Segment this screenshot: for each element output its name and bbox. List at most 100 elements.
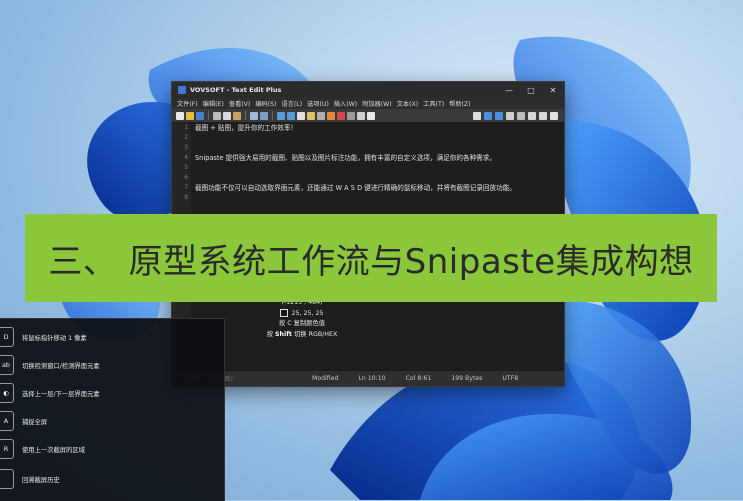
- key-d: D: [0, 327, 14, 347]
- copy-icon[interactable]: [223, 111, 231, 120]
- menu-bar: 文件(F) 编辑(E) 查看(V) 编码(S) 语言(L) 选项(U) 插入(W…: [172, 98, 564, 109]
- toolbar-divider: [208, 111, 209, 120]
- arrow-left-icon[interactable]: [484, 111, 492, 120]
- menu-tools[interactable]: 工具(T): [423, 99, 444, 108]
- key-tab: ab: [0, 355, 14, 375]
- text-line: Snipaste 提供强大易用的截图、贴图以及图片标注功能，拥有丰富的自定义选项…: [195, 154, 496, 162]
- text-line: 截图 + 贴图，提升你的工作效率！: [195, 124, 298, 132]
- menu-plugins[interactable]: 附加器(W): [362, 99, 392, 108]
- hint-suffix: 切换 RGB/HEX: [293, 330, 338, 338]
- status-encoding: UTF8: [502, 375, 519, 382]
- editor-lines: 截图 + 贴图，提升你的工作效率！ Snipaste 提供强大易用的截图、贴图以…: [195, 123, 560, 193]
- shortcut-row: ◐ 选择上一层/下一层界面元素: [0, 383, 224, 403]
- toolbar-divider: [245, 111, 246, 120]
- document-icon[interactable]: [367, 111, 375, 120]
- status-modified: Modified: [312, 375, 339, 382]
- line-number: 4: [184, 154, 188, 161]
- headline-banner: 三、 原型系统工作流与Snipaste集成构想: [25, 214, 717, 302]
- switch-format-hint: 按 Shift 切换 RGB/HEX: [232, 330, 372, 341]
- app-icon: [178, 86, 186, 94]
- toolbar-divider: [272, 111, 273, 120]
- status-column: Col 8:61: [405, 375, 432, 382]
- maximize-icon[interactable]: □: [520, 86, 542, 95]
- bold-icon[interactable]: [297, 111, 305, 120]
- shortcut-label: 切换检测窗口/检测界面元素: [22, 362, 100, 370]
- color-swatch-icon: [280, 308, 289, 317]
- line-number: 8: [184, 194, 188, 201]
- line-number: 3: [184, 144, 188, 151]
- replace-icon[interactable]: [260, 111, 268, 120]
- text-line: [195, 163, 560, 173]
- browser-icon[interactable]: [327, 111, 335, 120]
- menu-file[interactable]: 文件(F): [177, 99, 198, 108]
- menu-edit[interactable]: 编辑(E): [203, 99, 224, 108]
- hint-prefix: 按: [266, 330, 273, 338]
- line-number: 6: [184, 174, 188, 181]
- menu-language[interactable]: 语言(L): [281, 99, 302, 108]
- shortcut-label: 使用上一次截屏的区域: [22, 446, 85, 454]
- menu-insert[interactable]: 插入(W): [334, 99, 357, 108]
- menu-encoding[interactable]: 编码(S): [255, 99, 276, 108]
- save-icon[interactable]: [196, 111, 204, 120]
- line-number: 7: [184, 184, 188, 191]
- run-icon[interactable]: [506, 111, 514, 120]
- undo-icon[interactable]: [277, 111, 285, 120]
- new-file-icon[interactable]: [176, 111, 184, 120]
- shortcut-row: A 捕捉全屏: [0, 411, 224, 431]
- key-blank: [0, 469, 14, 489]
- line-number: 1: [184, 124, 188, 131]
- redo-icon[interactable]: [287, 111, 295, 120]
- find-icon[interactable]: [250, 111, 258, 120]
- tool-icon[interactable]: [528, 111, 536, 120]
- arrow-right-icon[interactable]: [495, 111, 503, 120]
- shortcut-label: 将鼠标指针移动 1 像素: [22, 334, 87, 342]
- info-icon[interactable]: [550, 111, 558, 120]
- shortcut-label: 回溯截屏历史: [22, 476, 60, 484]
- print-icon[interactable]: [317, 111, 325, 120]
- close-icon[interactable]: ✕: [542, 86, 564, 95]
- shortcut-help-panel: D 将鼠标指针移动 1 像素 ab 切换检测窗口/检测界面元素 ◐ 选择上一层/…: [0, 318, 225, 501]
- status-size: 199 Bytes: [451, 375, 483, 382]
- status-bar: (文本) ...(无)面图) Modified Ln 10:10 Col 8:6…: [172, 371, 564, 386]
- line-number: 2: [184, 134, 188, 141]
- gear-icon[interactable]: [517, 111, 525, 120]
- key-r: R: [0, 439, 14, 459]
- magnifier-info: (-1215 , 484) 25, 25, 25 按 C 复制颜色值 按 Shi…: [232, 298, 372, 340]
- paste-icon[interactable]: [233, 111, 241, 120]
- menu-view[interactable]: 查看(V): [229, 99, 250, 108]
- text-line: [195, 143, 560, 153]
- list-icon[interactable]: [539, 111, 547, 120]
- color-icon[interactable]: [337, 111, 345, 120]
- color-rgb-value: 25, 25, 25: [291, 309, 324, 317]
- search-icon[interactable]: [357, 111, 365, 120]
- shortcut-label: 捕捉全屏: [22, 418, 48, 426]
- toolbar: [172, 109, 564, 122]
- shortcut-row: R 使用上一次截屏的区域: [0, 439, 224, 459]
- menu-options[interactable]: 选项(U): [307, 99, 329, 108]
- window-icon[interactable]: [473, 111, 481, 120]
- status-line: Ln 10:10: [358, 375, 386, 382]
- cut-icon[interactable]: [213, 111, 221, 120]
- hint-key-shift: Shift: [275, 330, 292, 338]
- key-a: A: [0, 411, 14, 431]
- text-line: [195, 133, 560, 143]
- format-icon[interactable]: [307, 111, 315, 120]
- shortcut-label: 选择上一层/下一层界面元素: [22, 390, 100, 398]
- copy-color-hint: 按 C 复制颜色值: [278, 320, 326, 327]
- window-title: VOVSOFT - Text Edit Plus: [190, 86, 282, 94]
- line-number: 5: [184, 164, 188, 171]
- text-line: [195, 173, 560, 183]
- mouse-wheel-icon: ◐: [0, 383, 14, 403]
- color-value-row: 25, 25, 25: [232, 308, 372, 320]
- minimize-icon[interactable]: —: [498, 86, 520, 95]
- menu-help[interactable]: 帮助(Z): [449, 99, 470, 108]
- shortcut-row: ab 切换检测窗口/检测界面元素: [0, 355, 224, 375]
- shortcut-row: D 将鼠标指针移动 1 像素: [0, 327, 224, 347]
- settings-icon[interactable]: [347, 111, 355, 120]
- open-folder-icon[interactable]: [186, 111, 194, 120]
- shortcut-row: 回溯截屏历史: [0, 469, 224, 489]
- text-line: 截图功能不仅可以自动选取界面元素，还能通过 W A S D 键进行精确的鼠标移动…: [195, 184, 516, 192]
- banner-title: 三、 原型系统工作流与Snipaste集成构想: [48, 241, 694, 282]
- window-titlebar[interactable]: VOVSOFT - Text Edit Plus — □ ✕: [172, 82, 564, 98]
- menu-text[interactable]: 文本(X): [397, 99, 418, 108]
